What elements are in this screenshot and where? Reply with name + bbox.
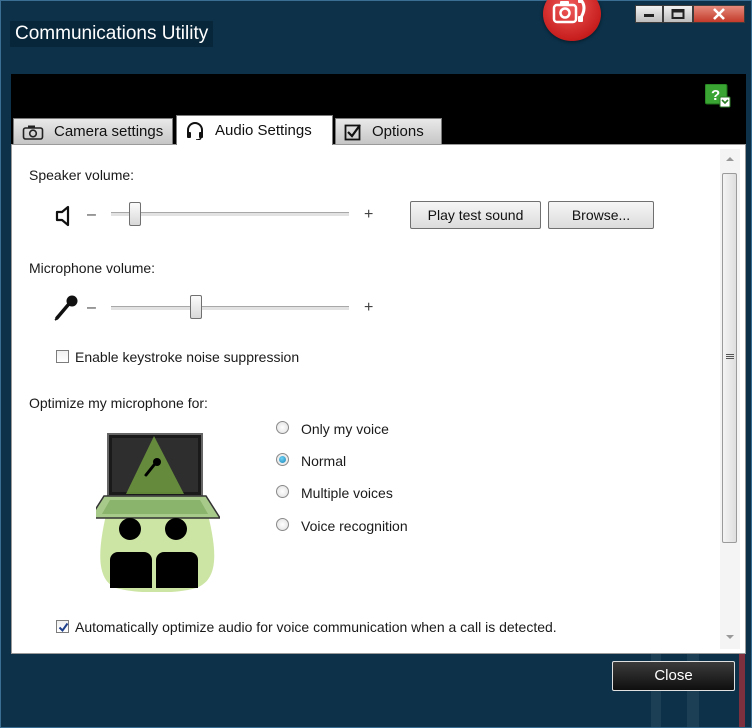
tab-label: Audio Settings xyxy=(215,122,312,139)
radio-multiple-voices[interactable] xyxy=(276,485,289,498)
play-test-sound-button[interactable]: Play test sound xyxy=(410,201,541,229)
optimize-label: Optimize my microphone for: xyxy=(29,395,208,411)
browse-button[interactable]: Browse... xyxy=(548,201,654,229)
option-label: Multiple voices xyxy=(301,485,393,501)
maximize-button[interactable] xyxy=(663,5,693,23)
audio-settings-panel: Speaker volume: – + Play test sound Brow… xyxy=(11,144,746,654)
camera-phone-logo-icon xyxy=(543,0,601,41)
microphone-volume-slider[interactable] xyxy=(190,295,203,319)
speaker-volume-minus: – xyxy=(87,206,96,223)
noise-suppression-checkbox[interactable] xyxy=(56,350,69,363)
close-button[interactable]: Close xyxy=(612,661,735,691)
tab-label: Camera settings xyxy=(54,123,164,140)
speaker-volume-slider[interactable] xyxy=(129,202,142,226)
laptop-users-illustration xyxy=(88,430,222,597)
option-label: Only my voice xyxy=(301,421,389,437)
microphone-volume-minus: – xyxy=(87,299,96,316)
speaker-volume-plus: + xyxy=(364,206,374,223)
option-label: Voice recognition xyxy=(301,518,408,534)
checkbox-icon xyxy=(344,123,362,141)
noise-suppression-label: Enable keystroke noise suppression xyxy=(75,349,300,365)
vertical-scrollbar[interactable] xyxy=(720,149,740,649)
radio-normal[interactable] xyxy=(276,453,289,466)
microphone-icon xyxy=(53,294,79,327)
scroll-thumb[interactable] xyxy=(722,173,737,543)
radio-only-my-voice[interactable] xyxy=(276,421,289,434)
speaker-icon xyxy=(54,205,76,232)
scroll-up-arrow-icon[interactable] xyxy=(724,155,736,163)
tab-audio-settings[interactable]: Audio Settings xyxy=(176,115,333,145)
help-icon[interactable]: ? xyxy=(704,83,731,108)
maximize-icon xyxy=(671,9,685,19)
headset-icon xyxy=(185,121,205,140)
title-bar[interactable]: Communications Utility xyxy=(1,0,751,71)
minimize-icon xyxy=(644,14,654,17)
microphone-volume-track[interactable] xyxy=(111,306,349,311)
option-label: Normal xyxy=(301,453,347,469)
speaker-volume-track[interactable] xyxy=(111,212,349,217)
auto-optimize-label: Automatically optimize audio for voice c… xyxy=(75,619,557,635)
checkmark-icon xyxy=(58,622,69,633)
auto-optimize-checkbox[interactable] xyxy=(56,620,69,633)
speaker-volume-label: Speaker volume: xyxy=(29,167,135,183)
minimize-button[interactable] xyxy=(635,5,663,23)
grip-icon xyxy=(726,354,734,359)
window-title: Communications Utility xyxy=(10,21,214,47)
app-window: Communications Utility ? Camera settings… xyxy=(0,0,752,728)
close-icon xyxy=(713,8,725,20)
tab-label: Options xyxy=(372,123,424,140)
tab-camera-settings[interactable]: Camera settings xyxy=(13,118,173,144)
close-window-button[interactable] xyxy=(693,5,745,23)
svg-text:?: ? xyxy=(711,87,720,104)
microphone-volume-label: Microphone volume: xyxy=(29,260,156,276)
camera-icon xyxy=(22,124,44,140)
radio-voice-recognition[interactable] xyxy=(276,518,289,531)
microphone-volume-plus: + xyxy=(364,299,374,316)
scroll-down-arrow-icon[interactable] xyxy=(724,633,736,641)
tab-options[interactable]: Options xyxy=(335,118,442,144)
